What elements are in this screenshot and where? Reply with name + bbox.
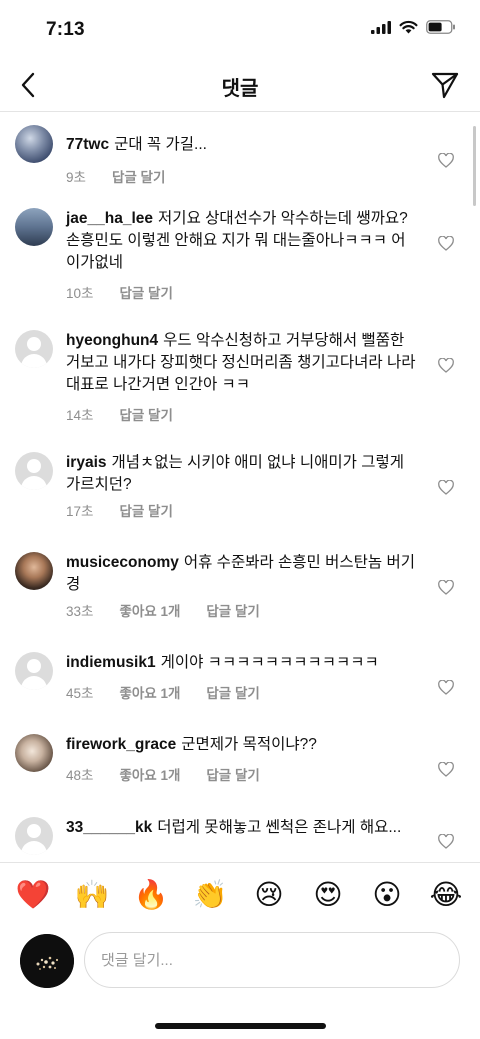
heart-icon[interactable] <box>438 580 454 595</box>
comment-time: 9초 <box>66 170 86 185</box>
comment-body: 군대 꼭 가길... <box>114 136 207 153</box>
comment-body: 더럽게 못해놓고 쎈척은 존나게 해요... <box>157 819 402 836</box>
comment-text: jae__ha_lee 저기요 상대선수가 악수하는데 쌩까요? 손흥민도 이렇겐… <box>66 208 416 274</box>
emoji-surprised[interactable]: 😮 <box>369 879 405 911</box>
comment-time: 33초 <box>66 604 94 619</box>
comment-text: musiceconomy 어휴 수준봐라 손흥민 버스탄놈 버기경 <box>66 552 416 596</box>
comment-text: 77twc 군대 꼭 가길... <box>66 134 416 156</box>
battery-icon <box>426 20 455 34</box>
send-direct-icon[interactable] <box>430 70 460 100</box>
comment-time: 14초 <box>66 408 94 423</box>
my-avatar <box>20 934 74 988</box>
comment-text: indiemusik1 게이야 ㅋㅋㅋㅋㅋㅋㅋㅋㅋㅋㅋㅋ <box>66 652 416 674</box>
heart-icon[interactable] <box>438 236 454 251</box>
comment-username[interactable]: firework_grace <box>66 736 176 753</box>
reply-button[interactable]: 답글 달기 <box>206 764 259 784</box>
heart-icon[interactable] <box>438 153 454 168</box>
reply-button[interactable]: 답글 달기 <box>206 682 259 702</box>
avatar[interactable] <box>15 125 53 163</box>
comment-body: 게이야 ㅋㅋㅋㅋㅋㅋㅋㅋㅋㅋㅋㅋ <box>160 654 379 671</box>
page-title: 댓글 <box>221 78 259 100</box>
emoji-laughing[interactable]: 😂 <box>428 879 464 911</box>
emoji-raising-hands[interactable]: 🙌 <box>74 879 110 911</box>
comment-body: 개념ㅊ없는 시키야 애미 없냐 니애미가 그렇게 가르치던? <box>66 454 404 493</box>
likes-count[interactable]: 좋아요 1개 <box>119 764 180 784</box>
comment-meta: 48초 좋아요 1개 답글 달기 <box>66 764 286 784</box>
heart-icon[interactable] <box>438 358 454 373</box>
likes-count[interactable]: 좋아요 1개 <box>119 600 180 620</box>
comment-username[interactable]: indiemusik1 <box>66 654 156 671</box>
comment-body: 군면제가 목적이냐?? <box>181 736 317 753</box>
comment-meta: 17초 답글 달기 <box>66 500 199 520</box>
heart-icon[interactable] <box>438 680 454 695</box>
cellular-signal-icon <box>371 20 391 34</box>
comment-meta: 33초 좋아요 1개 답글 달기 <box>66 600 286 620</box>
comment-username[interactable]: hyeonghun4 <box>66 332 158 349</box>
emoji-reaction-bar: ❤️ 🙌 🔥 👏 😢 😍 😮 😂 <box>0 862 480 926</box>
reply-button[interactable]: 답글 달기 <box>119 282 172 302</box>
avatar[interactable] <box>15 452 53 490</box>
status-icons <box>371 20 456 34</box>
reply-button[interactable]: 답글 달기 <box>206 600 259 620</box>
reply-button[interactable]: 답글 달기 <box>112 166 165 186</box>
comment-time: 17초 <box>66 504 94 519</box>
comment-composer <box>0 930 480 994</box>
comment-username[interactable]: 77twc <box>66 136 109 153</box>
avatar[interactable] <box>15 552 53 590</box>
comment-text: hyeonghun4 우드 악수신청하고 거부당해서 뻘쭘한거보고 내가다 장피햇… <box>66 330 416 396</box>
comment-input[interactable] <box>84 932 460 988</box>
wifi-icon <box>399 20 418 34</box>
emoji-heart[interactable]: ❤️ <box>15 879 51 911</box>
comment-text: firework_grace 군면제가 목적이냐?? <box>66 734 416 756</box>
comment-meta: 9초 답글 달기 <box>66 166 191 186</box>
avatar[interactable] <box>15 208 53 246</box>
comment-username[interactable]: musiceconomy <box>66 554 179 571</box>
heart-icon[interactable] <box>438 762 454 777</box>
emoji-clapping[interactable]: 👏 <box>192 879 228 911</box>
comment-username[interactable]: iryais <box>66 454 107 471</box>
comment-meta: 45초 좋아요 1개 답글 달기 <box>66 682 286 702</box>
comment-text: iryais 개념ㅊ없는 시키야 애미 없냐 니애미가 그렇게 가르치던? <box>66 452 416 496</box>
comment-list[interactable]: 77twc 군대 꼭 가길... 9초 답글 달기 jae__ha_lee 저기요 … <box>0 113 480 858</box>
emoji-crying[interactable]: 😢 <box>251 879 287 911</box>
comment-time: 48초 <box>66 768 94 783</box>
comment-meta: 14초 답글 달기 <box>66 404 199 424</box>
my-avatar-image <box>20 934 74 988</box>
comment-text: 33______kk 더럽게 못해놓고 쎈척은 존나게 해요... <box>66 817 416 839</box>
avatar[interactable] <box>15 817 53 855</box>
comment-time: 45초 <box>66 686 94 701</box>
avatar[interactable] <box>15 330 53 368</box>
status-bar: 7:13 <box>0 0 480 60</box>
avatar[interactable] <box>15 734 53 772</box>
home-indicator <box>155 1023 326 1029</box>
avatar[interactable] <box>15 652 53 690</box>
reply-button[interactable]: 답글 달기 <box>119 500 172 520</box>
likes-count[interactable]: 좋아요 1개 <box>119 682 180 702</box>
emoji-fire[interactable]: 🔥 <box>133 879 169 911</box>
scrollbar[interactable] <box>473 126 476 206</box>
comment-meta: 10초 답글 달기 <box>66 282 199 302</box>
emoji-heart-eyes[interactable]: 😍 <box>310 879 346 911</box>
reply-button[interactable]: 답글 달기 <box>119 404 172 424</box>
comment-username[interactable]: 33______kk <box>66 819 152 836</box>
status-time: 7:13 <box>46 19 85 40</box>
comment-username[interactable]: jae__ha_lee <box>66 210 153 227</box>
heart-icon[interactable] <box>438 480 454 495</box>
heart-icon[interactable] <box>438 834 454 849</box>
nav-bar: 댓글 <box>0 60 480 112</box>
comment-time: 10초 <box>66 286 94 301</box>
